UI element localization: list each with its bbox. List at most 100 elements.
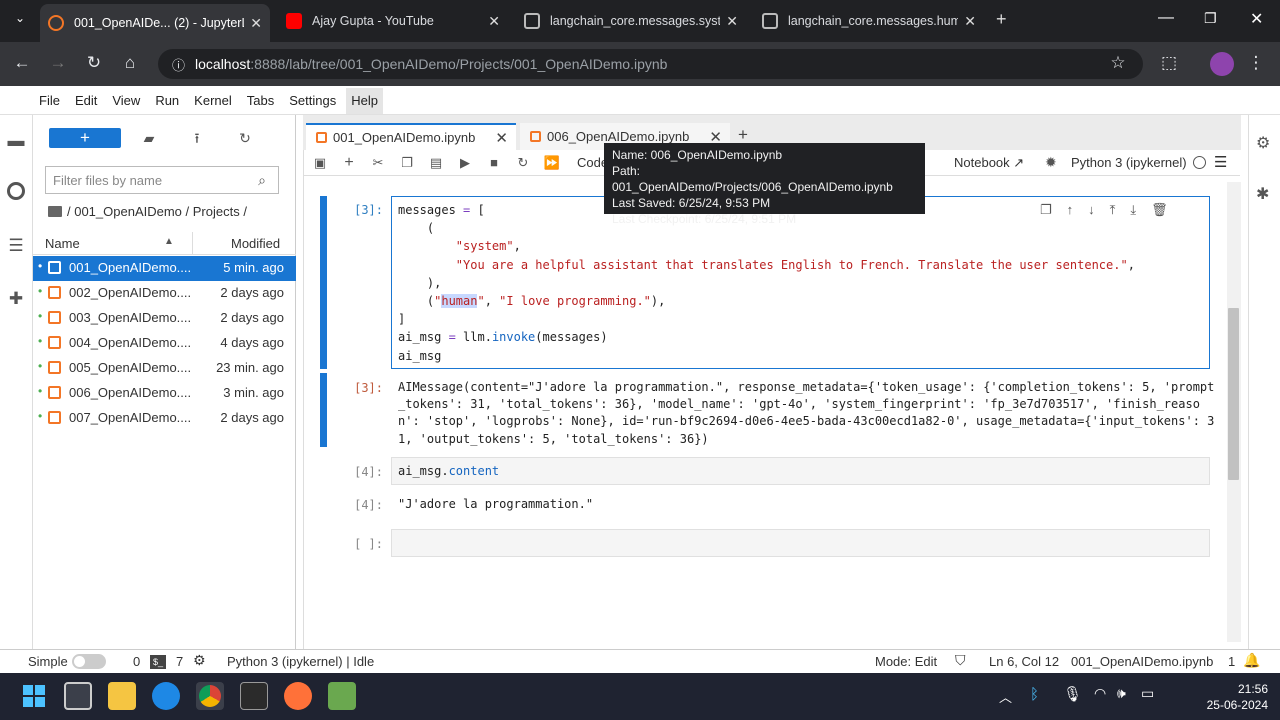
terminal-count[interactable]: 0 — [133, 654, 140, 669]
simple-mode-toggle[interactable] — [72, 654, 106, 669]
kernel-count[interactable]: 7 — [176, 654, 183, 669]
scrollbar-thumb[interactable] — [1228, 308, 1239, 480]
bookmark-star-icon[interactable]: ☆ — [1106, 51, 1130, 75]
tray-overflow-icon[interactable]: ︿ — [999, 687, 1012, 706]
copy-icon[interactable]: ❐ — [397, 153, 417, 173]
insert-cell-icon[interactable]: + — [339, 153, 359, 173]
file-row[interactable]: • 007_OpenAIDemo.... 2 days ago — [33, 406, 296, 431]
close-tab-icon[interactable]: ✕ — [726, 13, 738, 30]
firefox-icon[interactable] — [284, 682, 312, 710]
file-row[interactable]: • 004_OpenAIDemo.... 4 days ago — [33, 331, 296, 356]
file-row[interactable]: • 006_OpenAIDemo.... 3 min. ago — [33, 381, 296, 406]
browser-tab-youtube[interactable]: Ajay Gupta - YouTube ✕ — [278, 6, 508, 36]
close-window-icon[interactable]: ✕ — [1250, 9, 1263, 29]
home-icon[interactable]: ⌂ — [118, 51, 142, 75]
back-icon[interactable]: ← — [10, 51, 34, 75]
menu-kernel[interactable]: Kernel — [189, 88, 237, 114]
run-icon[interactable]: ▶ — [455, 153, 475, 173]
debugger-icon[interactable]: ✹ — [1045, 154, 1057, 171]
insert-above-icon[interactable]: ⤒ — [1110, 202, 1131, 217]
extensions-icon[interactable]: ⬚ — [1157, 51, 1181, 75]
bell-icon[interactable]: 🔔 — [1243, 652, 1260, 669]
terminal-app-icon[interactable] — [240, 682, 268, 710]
refresh-icon[interactable]: ↻ — [235, 128, 255, 148]
start-icon[interactable] — [20, 682, 48, 710]
delete-cell-icon[interactable]: 🗑 — [1151, 202, 1183, 217]
doc-tab-001[interactable]: 001_OpenAIDemo.ipynb ✕ — [306, 123, 516, 150]
extensions-puzzle-icon[interactable]: ✚ — [5, 288, 27, 310]
file-row[interactable]: • 003_OpenAIDemo.... 2 days ago — [33, 306, 296, 331]
file-row[interactable]: • 005_OpenAIDemo.... 23 min. ago — [33, 356, 296, 381]
insert-below-icon[interactable]: ⤓ — [1130, 202, 1151, 217]
cut-icon[interactable]: ✂ — [368, 153, 388, 173]
empty-code-editor[interactable] — [391, 529, 1210, 557]
browser-tab-jupyter[interactable]: 001_OpenAIDe... (2) - JupyterLa ✕ — [40, 4, 270, 42]
table-of-contents-icon[interactable]: ☰ — [5, 235, 27, 257]
paste-icon[interactable]: ▤ — [426, 153, 446, 173]
menu-run[interactable]: Run — [150, 88, 184, 114]
menu-settings[interactable]: Settings — [284, 88, 341, 114]
close-tab-icon[interactable]: ✕ — [495, 129, 508, 147]
breadcrumb[interactable]: / 001_OpenAIDemo / Projects / — [48, 204, 247, 219]
task-view-icon[interactable] — [64, 682, 92, 710]
microphone-icon[interactable]: 🎙 — [1063, 685, 1082, 703]
browser-tab-langchain-system[interactable]: langchain_core.messages.syster ✕ — [516, 6, 746, 36]
bluetooth-icon[interactable]: ᛒ — [1030, 686, 1039, 703]
stop-icon[interactable]: ■ — [484, 153, 504, 173]
volume-icon[interactable]: 🕪 — [1117, 685, 1126, 702]
browser-tab-langchain-human[interactable]: langchain_core.messages.huma ✕ — [754, 6, 984, 36]
property-inspector-icon[interactable]: ⚙ — [1256, 133, 1270, 153]
kernel-name[interactable]: Python 3 (ipykernel) — [1071, 155, 1187, 170]
notification-count[interactable]: 1 — [1228, 654, 1235, 669]
menu-view[interactable]: View — [107, 88, 145, 114]
output-collapser[interactable] — [320, 373, 327, 447]
url-field[interactable]: ⓘ localhost:8888/lab/tree/001_OpenAIDemo… — [158, 49, 1143, 79]
notebook-mode-toggle[interactable]: Notebook ↗ — [954, 155, 1024, 171]
close-tab-icon[interactable]: ✕ — [964, 13, 976, 30]
menu-help[interactable]: Help — [346, 87, 383, 114]
cursor-position[interactable]: Ln 6, Col 12 — [989, 654, 1059, 669]
folder-icon[interactable]: ▬ — [5, 130, 27, 152]
browser-menu-icon[interactable]: ⋮ — [1244, 51, 1268, 75]
minimize-icon[interactable]: — — [1158, 9, 1174, 27]
file-row[interactable]: • 001_OpenAIDemo.... 5 min. ago — [33, 256, 296, 281]
close-tab-icon[interactable]: ✕ — [250, 15, 262, 32]
menu-tabs[interactable]: Tabs — [242, 88, 279, 114]
site-info-icon[interactable]: ⓘ — [172, 55, 185, 74]
notebook-menu-icon[interactable]: ☰ — [1214, 153, 1227, 171]
close-tab-icon[interactable]: ✕ — [488, 13, 500, 30]
running-sessions-icon[interactable] — [7, 182, 25, 200]
modified-column-header[interactable]: Modified — [231, 236, 280, 251]
menu-edit[interactable]: Edit — [70, 88, 102, 114]
debugger-bug-icon[interactable]: ✱ — [1256, 184, 1269, 204]
system-clock[interactable]: 21:56 25-06-2024 — [1207, 681, 1268, 713]
app-icon[interactable] — [328, 682, 356, 710]
upload-icon[interactable]: ⭱ — [187, 128, 207, 148]
move-up-icon[interactable]: ↑ — [1067, 202, 1089, 217]
tab-search-icon[interactable]: ⌄ — [10, 11, 30, 31]
file-explorer-icon[interactable] — [108, 682, 136, 710]
menu-file[interactable]: File — [34, 88, 65, 114]
new-tab-icon[interactable]: + — [996, 9, 1007, 30]
save-icon[interactable]: ▣ — [310, 153, 330, 173]
profile-avatar[interactable] — [1210, 52, 1234, 76]
code-editor[interactable] — [391, 457, 1210, 485]
new-folder-icon[interactable]: ▰ — [139, 128, 159, 148]
duplicate-cell-icon[interactable]: ❐ — [1040, 202, 1067, 217]
forward-icon[interactable]: → — [46, 51, 70, 75]
restart-icon[interactable]: ↻ — [513, 153, 533, 173]
restore-icon[interactable]: ❐ — [1204, 10, 1217, 27]
kernel-status-text[interactable]: Python 3 (ipykernel) | Idle — [227, 654, 374, 669]
wifi-icon[interactable]: ◠ — [1094, 685, 1106, 702]
edge-icon[interactable] — [152, 682, 180, 710]
run-all-icon[interactable]: ⏩ — [542, 153, 562, 173]
add-tab-icon[interactable]: + — [738, 125, 748, 145]
file-row[interactable]: • 002_OpenAIDemo.... 2 days ago — [33, 281, 296, 306]
battery-icon[interactable]: ▭ — [1141, 685, 1154, 702]
name-column-header[interactable]: Name — [45, 236, 80, 251]
chrome-icon[interactable] — [196, 682, 224, 710]
filter-files-input[interactable]: Filter files by name ⌕ — [45, 166, 279, 194]
reload-icon[interactable]: ↻ — [82, 51, 106, 75]
new-launcher-button[interactable]: + — [49, 128, 121, 148]
move-down-icon[interactable]: ↓ — [1088, 202, 1110, 217]
